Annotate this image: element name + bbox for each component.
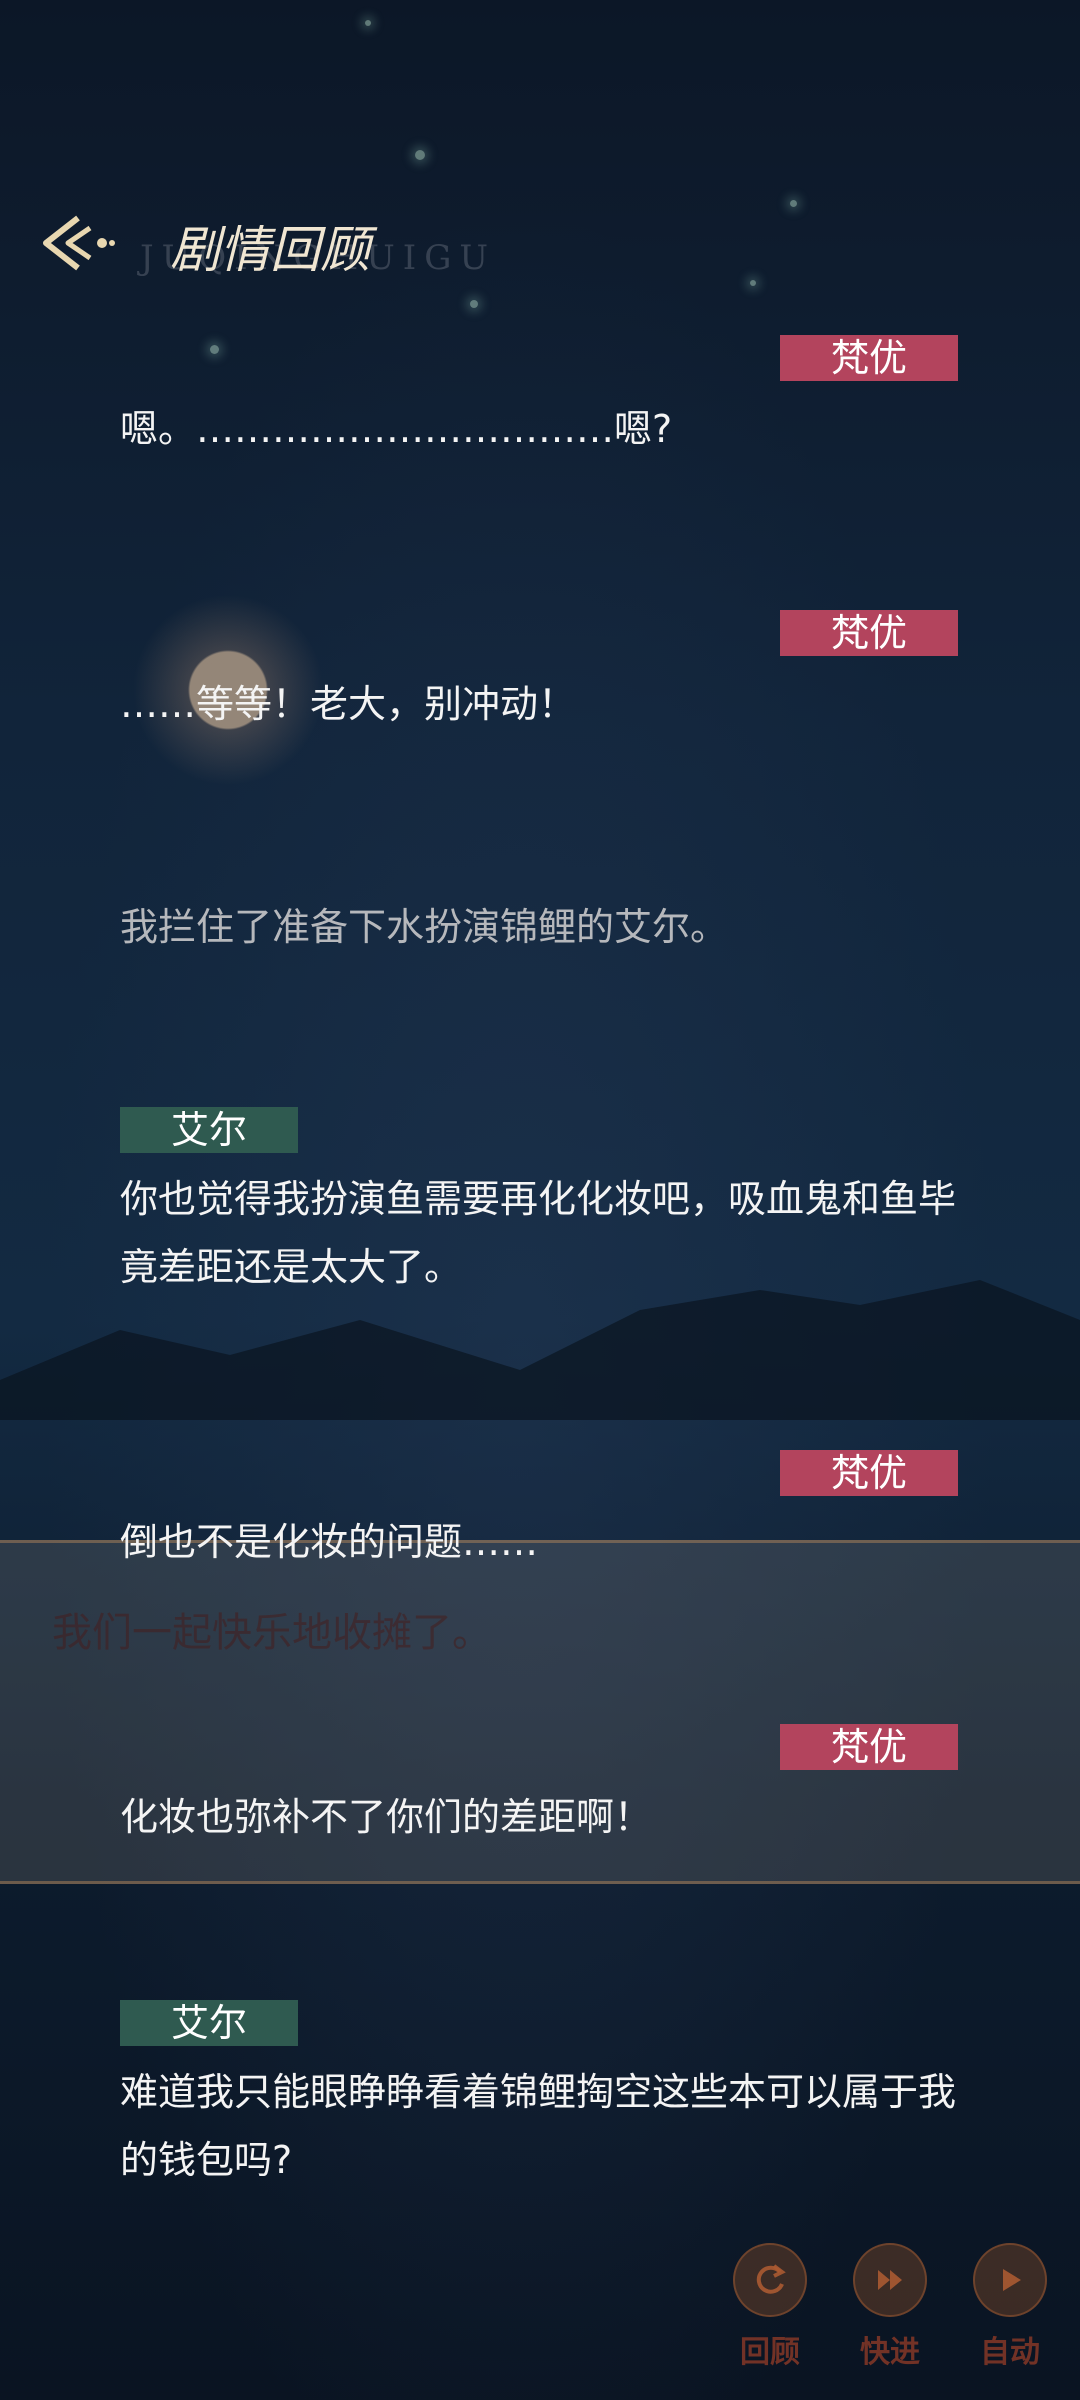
- fast-forward-label: 快进: [860, 2335, 920, 2370]
- fast-forward-icon: [853, 2243, 927, 2317]
- speaker-tag-fanyou: 梵优: [780, 1724, 958, 1770]
- dialogue-line: 倒也不是化妆的问题……: [120, 1520, 539, 1564]
- star-decoration: [210, 345, 219, 354]
- star-decoration: [365, 20, 371, 26]
- review-button[interactable]: 回顾: [730, 2243, 810, 2371]
- background-dialog-text: 我们一起快乐地收摊了。: [52, 1610, 492, 1656]
- dialogue-line: ……等等！老大，别冲动！: [120, 682, 577, 726]
- star-decoration: [750, 280, 756, 286]
- dialogue-line: 化妆也弥补不了你们的差距啊！: [120, 1795, 653, 1839]
- page-title: 剧情回顾: [170, 221, 370, 279]
- speaker-tag-aier: 艾尔: [120, 2000, 298, 2046]
- rewind-icon: [733, 2243, 807, 2317]
- narration-line: 我拦住了准备下水扮演锦鲤的艾尔。: [120, 905, 729, 949]
- speaker-tag-aier: 艾尔: [120, 1107, 298, 1153]
- speaker-tag-fanyou: 梵优: [780, 1450, 958, 1496]
- star-decoration: [415, 150, 425, 160]
- speaker-tag-fanyou: 梵优: [780, 610, 958, 656]
- auto-play-button[interactable]: 自动: [970, 2243, 1050, 2371]
- dialogue-line: 难道我只能眼睁睁看着锦鲤掏空这些本可以属于我的钱包吗?: [120, 2070, 957, 2182]
- back-arrow-icon[interactable]: [38, 210, 118, 276]
- speaker-tag-fanyou: 梵优: [780, 335, 958, 381]
- star-decoration: [790, 200, 797, 207]
- play-icon: [973, 2243, 1047, 2317]
- review-label: 回顾: [740, 2335, 800, 2370]
- auto-play-label: 自动: [980, 2335, 1040, 2370]
- star-decoration: [470, 300, 478, 308]
- dialogue-line: 嗯。……………………………嗯?: [120, 407, 673, 451]
- dialogue-line: 你也觉得我扮演鱼需要再化化妆吧，吸血鬼和鱼毕竟差距还是太大了。: [120, 1177, 957, 1289]
- fast-forward-button[interactable]: 快进: [850, 2243, 930, 2371]
